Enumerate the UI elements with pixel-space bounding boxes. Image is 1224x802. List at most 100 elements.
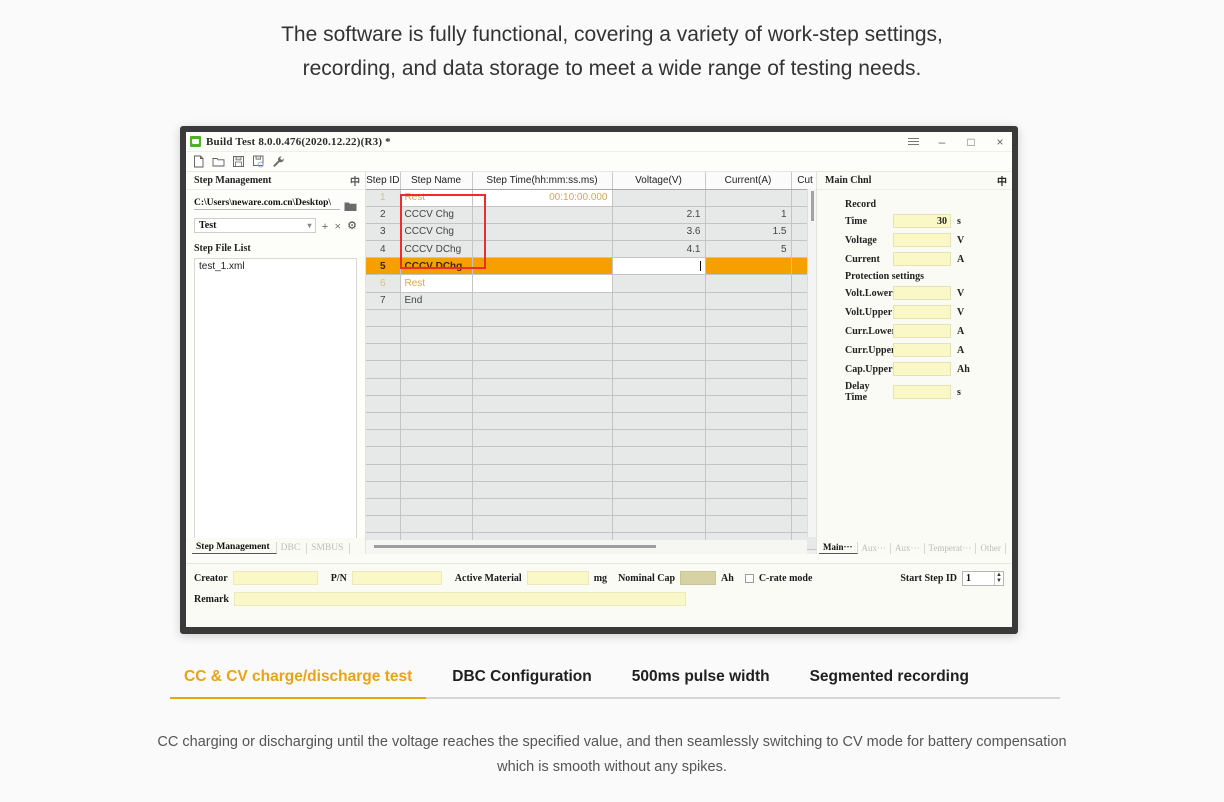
table-row[interactable]	[366, 447, 816, 464]
empty-cell[interactable]	[612, 481, 705, 498]
empty-cell[interactable]	[400, 498, 472, 515]
step-name-cell[interactable]: Rest	[400, 189, 472, 206]
voltage-cell[interactable]	[612, 258, 705, 275]
empty-cell[interactable]	[366, 344, 400, 361]
active-material-field[interactable]	[527, 571, 589, 585]
empty-cell[interactable]	[612, 378, 705, 395]
pin-icon[interactable]: 中	[350, 173, 360, 188]
pin-icon[interactable]: 中	[997, 173, 1007, 188]
empty-cell[interactable]	[400, 344, 472, 361]
protection-field-field[interactable]	[893, 286, 951, 300]
delete-step-file-button[interactable]: ×	[334, 220, 341, 232]
table-row[interactable]	[366, 361, 816, 378]
empty-cell[interactable]	[612, 516, 705, 533]
empty-cell[interactable]	[366, 378, 400, 395]
empty-cell[interactable]	[400, 378, 472, 395]
gear-icon[interactable]: ⚙	[347, 219, 357, 232]
save-as-icon[interactable]	[252, 155, 265, 168]
step-id-cell[interactable]: 6	[366, 275, 400, 292]
empty-cell[interactable]	[612, 464, 705, 481]
scrollbar-thumb[interactable]	[811, 191, 814, 221]
table-row[interactable]	[366, 327, 816, 344]
voltage-cell[interactable]	[612, 275, 705, 292]
empty-cell[interactable]	[366, 481, 400, 498]
empty-cell[interactable]	[400, 430, 472, 447]
column-header-cut[interactable]: Cut	[791, 172, 816, 189]
empty-cell[interactable]	[472, 395, 612, 412]
empty-cell[interactable]	[472, 481, 612, 498]
table-row[interactable]	[366, 344, 816, 361]
empty-cell[interactable]	[400, 516, 472, 533]
empty-cell[interactable]	[400, 395, 472, 412]
new-file-icon[interactable]	[192, 155, 205, 168]
current-cell[interactable]: 5	[705, 241, 791, 258]
table-row[interactable]: 3CCCV Chg3.61.5	[366, 223, 816, 240]
protection-field-field[interactable]	[893, 324, 951, 338]
step-time-cell[interactable]	[472, 258, 612, 275]
empty-cell[interactable]	[366, 361, 400, 378]
empty-cell[interactable]	[612, 430, 705, 447]
maximize-icon[interactable]: □	[965, 136, 977, 148]
tab-smbus[interactable]: SMBUS	[307, 543, 350, 554]
empty-cell[interactable]	[472, 412, 612, 429]
empty-cell[interactable]	[612, 447, 705, 464]
empty-cell[interactable]	[705, 378, 791, 395]
table-row[interactable]	[366, 498, 816, 515]
feature-tab-2[interactable]: 500ms pulse width	[632, 668, 770, 697]
protection-field-field[interactable]	[893, 343, 951, 357]
right-panel-tab-3[interactable]: Temperat···	[925, 543, 977, 554]
current-cell[interactable]: 1.5	[705, 223, 791, 240]
empty-cell[interactable]	[705, 361, 791, 378]
step-time-cell[interactable]	[472, 223, 612, 240]
scrollbar-thumb[interactable]	[374, 545, 656, 548]
voltage-cell[interactable]: 2.1	[612, 206, 705, 223]
table-row[interactable]: 4CCCV DChg4.15	[366, 241, 816, 258]
empty-cell[interactable]	[612, 344, 705, 361]
empty-cell[interactable]	[705, 447, 791, 464]
empty-cell[interactable]	[612, 395, 705, 412]
step-id-cell[interactable]: 5	[366, 258, 400, 275]
empty-cell[interactable]	[705, 327, 791, 344]
empty-cell[interactable]	[400, 327, 472, 344]
creator-field[interactable]	[233, 571, 318, 585]
table-row[interactable]: 6Rest	[366, 275, 816, 292]
grid-vertical-scrollbar[interactable]	[807, 189, 816, 537]
step-name-cell[interactable]: CCCV Chg	[400, 223, 472, 240]
nominal-cap-field[interactable]	[680, 571, 716, 585]
empty-cell[interactable]	[472, 344, 612, 361]
table-row[interactable]: 1Rest00:10:00.000	[366, 189, 816, 206]
menu-icon[interactable]	[907, 136, 919, 149]
table-row[interactable]	[366, 430, 816, 447]
step-name-cell[interactable]: Rest	[400, 275, 472, 292]
right-panel-tab-1[interactable]: Aux···	[858, 543, 892, 554]
close-icon[interactable]: ×	[994, 136, 1006, 148]
column-header-step-id[interactable]: Step ID	[366, 172, 400, 189]
current-cell[interactable]: 1	[705, 206, 791, 223]
voltage-cell[interactable]	[612, 292, 705, 309]
current-cell[interactable]	[705, 258, 791, 275]
right-panel-tab-4[interactable]: Other	[976, 543, 1006, 554]
table-row[interactable]	[366, 516, 816, 533]
step-name-cell[interactable]: CCCV DChg	[400, 241, 472, 258]
empty-cell[interactable]	[705, 430, 791, 447]
empty-cell[interactable]	[705, 344, 791, 361]
table-row[interactable]: 2CCCV Chg2.11	[366, 206, 816, 223]
path-value[interactable]: C:\Users\neware.com.cn\Desktop\	[194, 198, 340, 210]
empty-cell[interactable]	[472, 361, 612, 378]
step-time-cell[interactable]	[472, 206, 612, 223]
empty-cell[interactable]	[366, 412, 400, 429]
empty-cell[interactable]	[400, 309, 472, 326]
table-row[interactable]	[366, 378, 816, 395]
save-icon[interactable]	[232, 155, 245, 168]
empty-cell[interactable]	[400, 447, 472, 464]
record-field-field[interactable]	[893, 252, 951, 266]
voltage-cell[interactable]	[612, 189, 705, 206]
list-item[interactable]: test_1.xml	[199, 261, 352, 272]
empty-cell[interactable]	[705, 516, 791, 533]
record-field-field[interactable]	[893, 233, 951, 247]
grid-horizontal-scrollbar[interactable]	[366, 540, 807, 554]
step-id-cell[interactable]: 2	[366, 206, 400, 223]
step-time-cell[interactable]	[472, 275, 612, 292]
minimize-icon[interactable]: –	[936, 136, 948, 148]
step-id-cell[interactable]: 4	[366, 241, 400, 258]
